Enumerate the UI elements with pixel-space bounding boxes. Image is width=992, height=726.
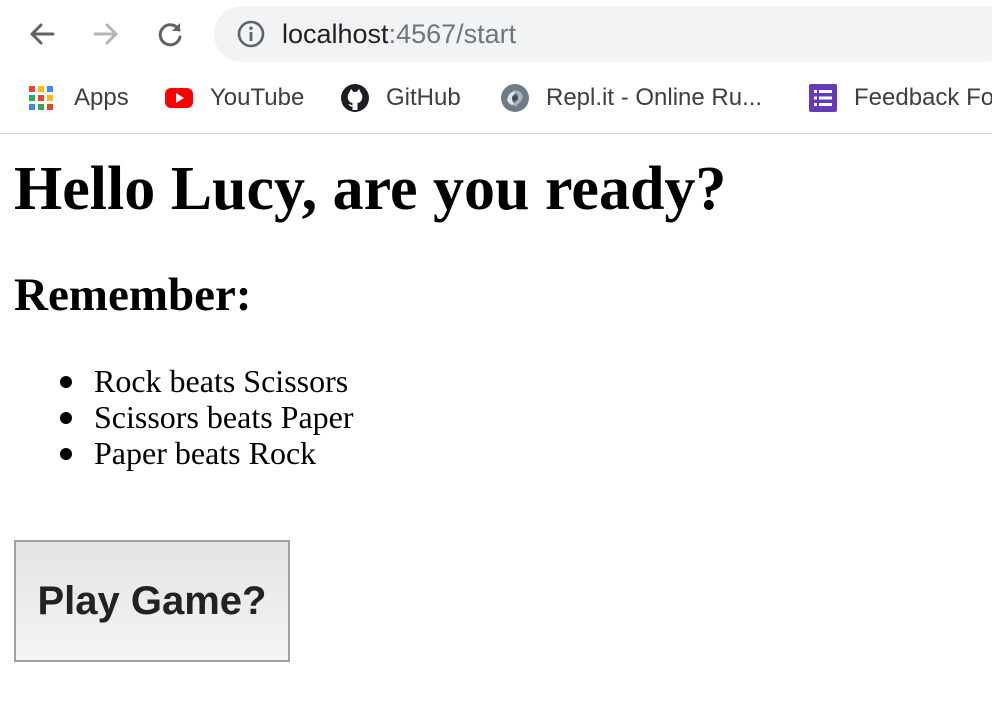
bookmark-youtube[interactable]: YouTube	[164, 82, 304, 114]
bullet-icon	[60, 448, 72, 460]
bookmark-label: GitHub	[386, 84, 461, 111]
bookmark-replit[interactable]: Repl.it - Online Ru...	[500, 82, 762, 114]
rule-text: Rock beats Scissors	[94, 363, 349, 399]
play-game-button[interactable]: Play Game?	[14, 540, 290, 662]
youtube-icon	[165, 88, 193, 108]
url-path: :4567/start	[388, 19, 517, 49]
bookmark-label: YouTube	[210, 84, 305, 111]
play-game-label: Play Game?	[37, 578, 267, 623]
bookmark-feedback[interactable]: Feedback Fo	[808, 82, 992, 114]
reload-button[interactable]	[150, 14, 190, 54]
page-title: Hello Lucy, are you ready?	[14, 155, 727, 223]
arrow-left-icon	[30, 23, 55, 45]
github-icon	[341, 84, 369, 112]
bookmark-github[interactable]: GitHub	[340, 82, 461, 114]
forward-button[interactable]	[86, 14, 126, 54]
replit-icon	[501, 84, 529, 112]
bookmark-apps[interactable]: Apps	[26, 82, 129, 114]
url-text[interactable]: localhost:4567/start	[282, 18, 516, 50]
arrow-right-icon	[93, 23, 118, 45]
page-content: Hello Lucy, are you ready? Remember: Roc…	[0, 135, 992, 726]
bullet-icon	[60, 412, 72, 424]
section-heading: Remember:	[14, 269, 252, 321]
address-bar[interactable]: localhost:4567/start	[214, 6, 992, 62]
bookmarks-bar: Apps YouTube GitHub Repl.it - Online Ru.…	[0, 70, 992, 134]
bookmark-label: Feedback Fo	[854, 84, 992, 111]
forms-icon	[809, 84, 837, 112]
browser-toolbar: localhost:4567/start	[0, 0, 992, 70]
reload-icon	[158, 23, 182, 47]
list-item: Paper beats Rock	[54, 435, 354, 471]
bookmark-label: Apps	[74, 84, 129, 111]
bookmark-label: Repl.it - Online Ru...	[546, 84, 763, 111]
rules-list: Rock beats Scissors Scissors beats Paper…	[54, 363, 354, 471]
rule-text: Scissors beats Paper	[94, 399, 354, 435]
url-host: localhost	[282, 19, 389, 49]
list-item: Rock beats Scissors	[54, 363, 354, 399]
list-item: Scissors beats Paper	[54, 399, 354, 435]
apps-grid-icon	[29, 86, 53, 110]
bullet-icon	[60, 376, 72, 388]
rule-text: Paper beats Rock	[94, 435, 317, 471]
back-button[interactable]	[22, 14, 62, 54]
info-icon[interactable]	[236, 19, 266, 49]
